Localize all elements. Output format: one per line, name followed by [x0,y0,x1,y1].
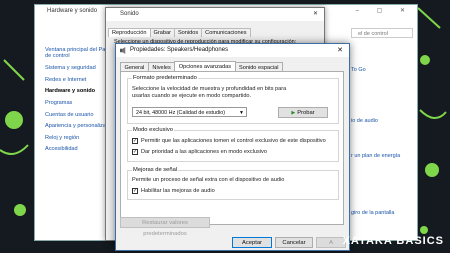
search-input[interactable]: el de control [351,28,413,38]
exclusive-control-checkbox[interactable]: ✓ [132,138,138,144]
exclusive-mode-group: Modo exclusivo ✓ Permitir que las aplica… [127,127,339,162]
apply-button[interactable]: A [316,237,346,248]
exclusive-priority-checkbox[interactable]: ✓ [132,149,138,155]
signal-enhancements-description: Permite un proceso de señal extra con el… [132,177,285,183]
watermark-logo: XATAKA BASICS [342,235,444,247]
close-icon[interactable]: ✕ [337,44,343,57]
speaker-icon [120,47,126,54]
group-label: Modo exclusivo [132,127,174,133]
play-icon: ▶ [291,110,296,116]
tab-communications[interactable]: Comunicaciones [201,28,251,37]
link-to-go[interactable]: To Go [351,67,366,73]
group-label: Mejoras de señal [132,167,179,173]
properties-titlebar: Propiedades: Speakers/Headphones ✕ [116,44,349,57]
tab-recording[interactable]: Grabar [149,28,175,37]
group-label: Formato predeterminado [132,75,198,81]
chevron-down-icon: ▼ [239,110,244,116]
window-title: Hardware y sonido [47,8,98,14]
advanced-panel: Formato predeterminado Seleccione la vel… [120,71,344,225]
sound-title: Sonido [120,11,139,17]
tab-playback[interactable]: Reproducción [108,28,151,37]
format-select[interactable]: 24 bit, 48000 Hz (Calidad de estudio) ▼ [132,107,247,117]
link-power-plan[interactable]: r un plan de energía [351,153,400,159]
exclusive-priority-label: Dar prioridad a las aplicaciones en modo… [141,149,267,155]
default-format-description: Seleccione la velocidad de muestra y pro… [132,86,287,99]
audio-enhancements-label: Habilitar las mejoras de audio [141,188,215,194]
exclusive-control-label: Permitir que las aplicaciones tomen el c… [141,138,326,144]
cancel-button[interactable]: Cancelar [275,237,313,248]
link-screen-rotation[interactable]: giro de la pantalla [351,210,394,216]
properties-dialog: Propiedades: Speakers/Headphones ✕ Gener… [115,43,350,251]
properties-title: Propiedades: Speakers/Headphones [130,47,229,53]
window-controls[interactable]: – ▢ ✕ [356,5,413,17]
sound-tabs: Reproducción Grabar Sonidos Comunicacion… [108,28,251,37]
link-audio[interactable]: io de audio [351,118,378,124]
close-icon[interactable]: ✕ [313,8,318,21]
format-select-value: 24 bit, 48000 Hz (Calidad de estudio) [136,110,226,116]
audio-enhancements-checkbox[interactable]: ✓ [132,188,138,194]
test-button-label: Probar [297,110,315,116]
ok-button[interactable]: Aceptar [232,237,272,248]
test-button[interactable]: ▶ Probar [278,107,328,118]
default-format-group: Formato predeterminado Seleccione la vel… [127,75,339,124]
restore-defaults-button[interactable]: Restaurar valores predeterminados [120,217,210,237]
signal-enhancements-group: Mejoras de señal Permite un proceso de s… [127,167,339,200]
tab-sounds[interactable]: Sonidos [173,28,203,37]
sound-titlebar: Sonido ✕ [106,8,324,21]
